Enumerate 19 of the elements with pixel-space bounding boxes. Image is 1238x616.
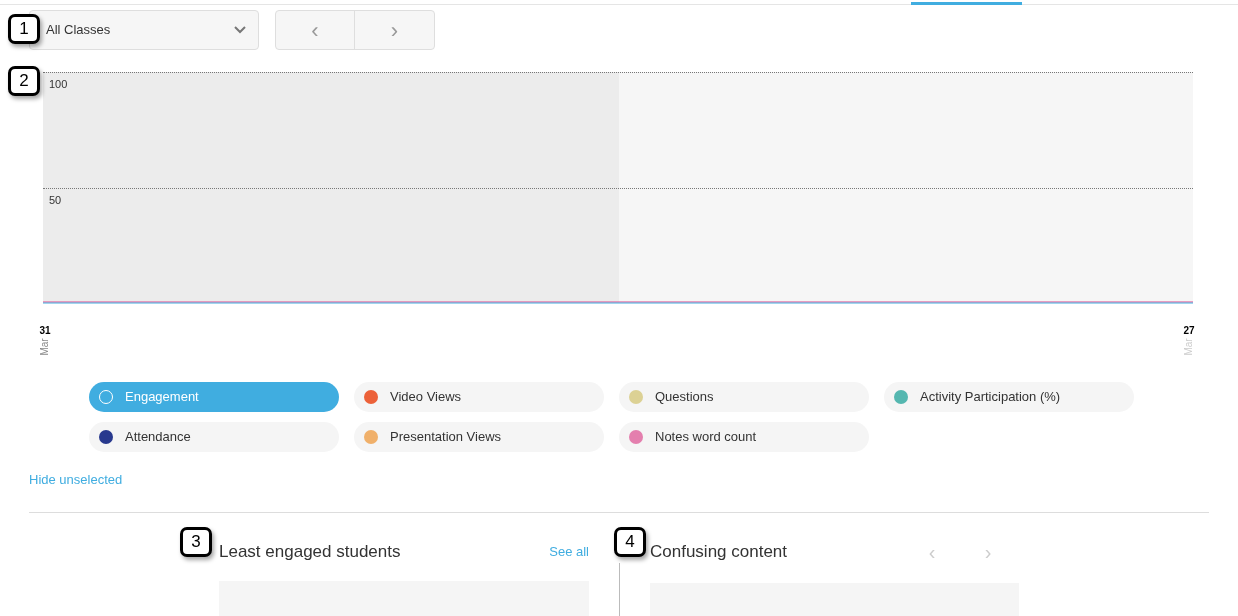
legend-toggle[interactable]: Presentation Views	[354, 422, 604, 452]
class-dropdown[interactable]: All Classes	[29, 10, 259, 50]
legend-toggle[interactable]: Attendance	[89, 422, 339, 452]
legend-toggle[interactable]: Notes word count	[619, 422, 869, 452]
y-axis-label: 100	[49, 77, 68, 92]
section-title: Confusing content	[650, 541, 789, 564]
chevron-down-icon	[234, 26, 246, 34]
legend-toggle[interactable]: Questions	[619, 382, 869, 412]
date-month-label: Mar	[39, 338, 51, 356]
callout-number: 3	[180, 527, 212, 557]
legend-toggle[interactable]: Video Views	[354, 382, 604, 412]
date-day-label: 27	[1183, 325, 1195, 337]
section-title: Least engaged students	[219, 541, 401, 564]
callout-number: 1	[8, 14, 40, 44]
y-axis-label: 50	[49, 192, 62, 208]
date-day-label: 31	[39, 325, 51, 337]
callout-number: 2	[8, 66, 40, 96]
legend-toggle[interactable]: Activity Participation (%)	[884, 382, 1134, 412]
callout-number: 4	[614, 527, 646, 557]
